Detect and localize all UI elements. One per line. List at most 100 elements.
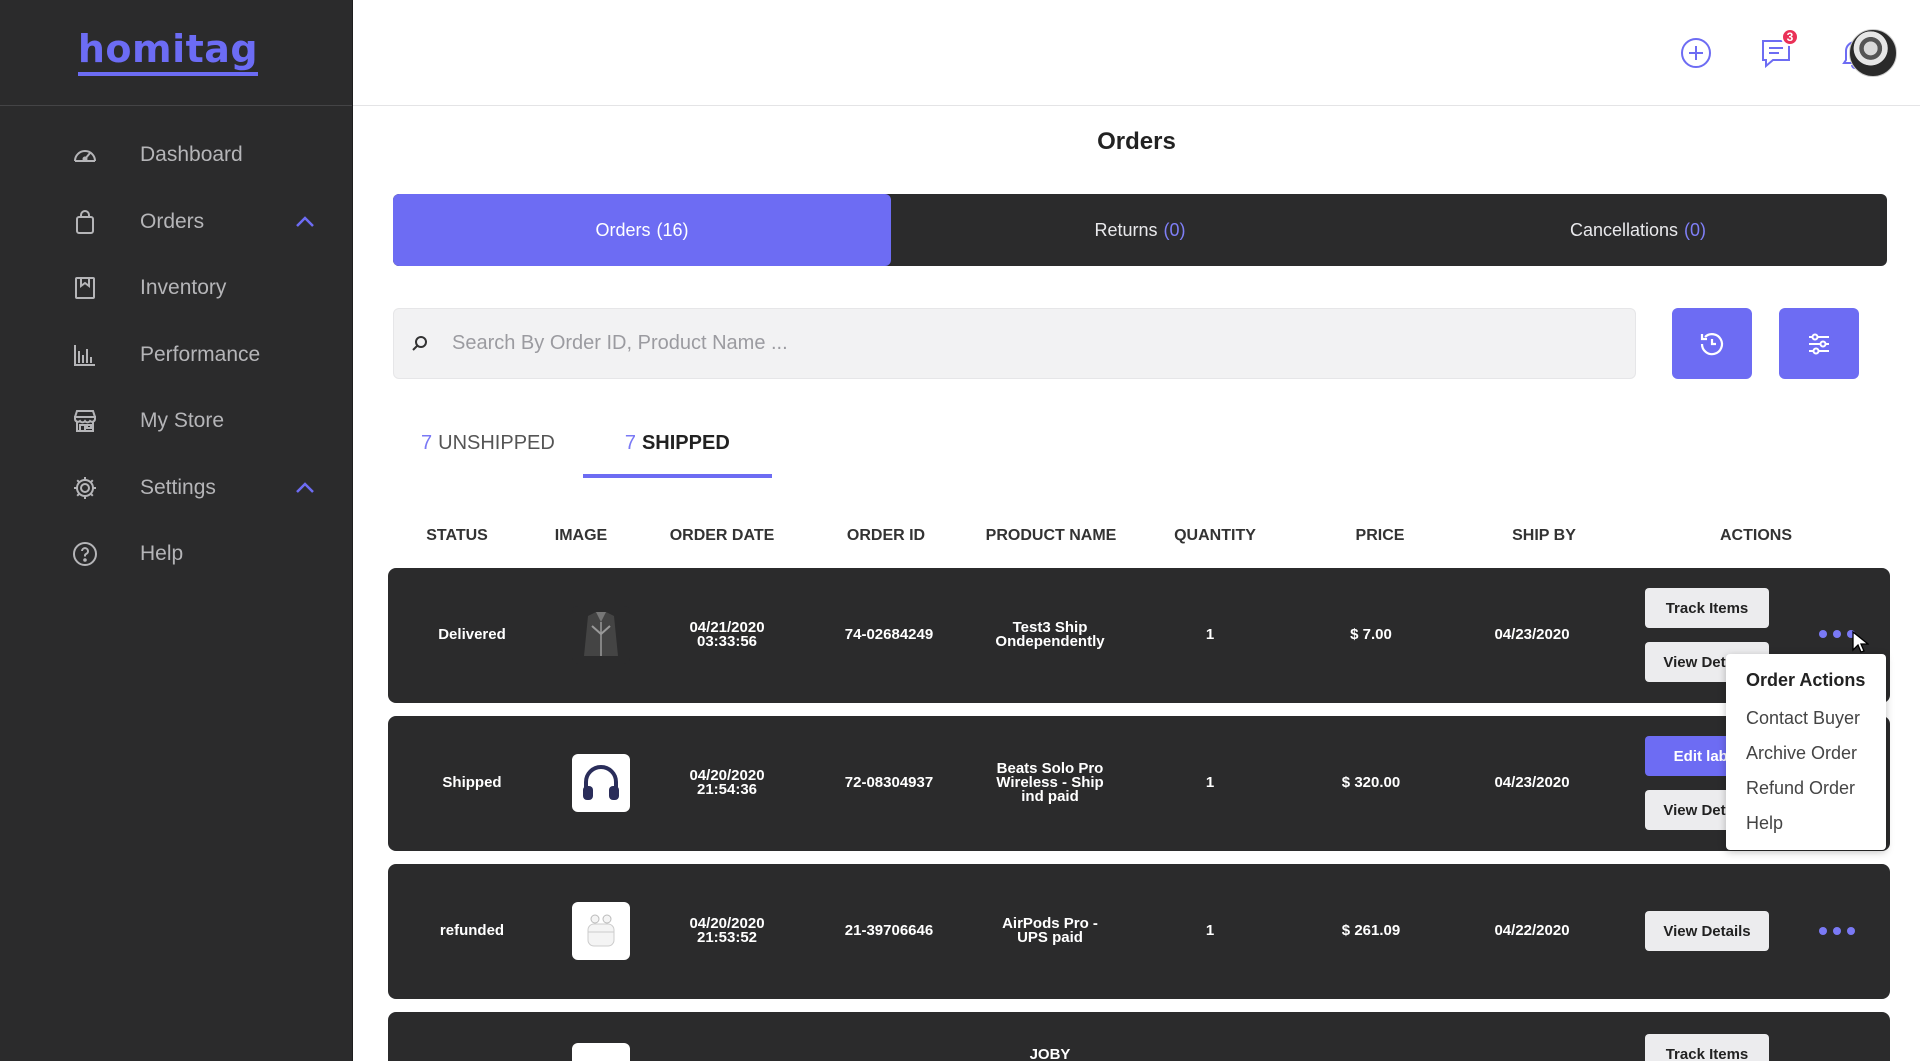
subtab-label: UNSHIPPED — [438, 432, 555, 454]
jacket-image — [584, 612, 618, 656]
search-bar — [393, 308, 1636, 379]
gear-icon — [70, 473, 100, 503]
menu-item-help[interactable]: Help — [1726, 813, 1886, 848]
tab-cancellations[interactable]: Cancellations (0) — [1389, 194, 1887, 266]
chevron-up-icon[interactable] — [294, 481, 316, 495]
sidebar-item-label: Inventory — [140, 276, 227, 300]
order-id: 21-39706646 — [844, 922, 934, 939]
store-icon — [70, 406, 100, 436]
sidebar-item-help[interactable]: Help — [0, 521, 352, 588]
sidebar-item-label: Dashboard — [140, 143, 243, 167]
price: $ 320.00 — [1341, 774, 1401, 791]
table-header: STATUS IMAGE ORDER DATE ORDER ID PRODUCT… — [388, 527, 1890, 547]
menu-item-archive-order[interactable]: Archive Order — [1726, 743, 1886, 778]
table-row: JOBY Track Items — [388, 1012, 1890, 1061]
messages-button[interactable]: 3 — [1759, 28, 1799, 70]
subtab-label: SHIPPED — [641, 432, 730, 454]
headphones-image — [583, 765, 619, 800]
status-text: Shipped — [442, 774, 502, 791]
sidebar-item-label: Settings — [140, 475, 216, 499]
product-image[interactable] — [572, 606, 630, 664]
more-actions-button[interactable] — [1819, 627, 1855, 641]
price: $ 261.09 — [1341, 922, 1401, 939]
product-image[interactable] — [572, 754, 630, 812]
sidebar-item-orders[interactable]: Orders — [0, 189, 352, 256]
menu-item-contact-buyer[interactable]: Contact Buyer — [1726, 708, 1886, 743]
tab-label: Cancellations — [1569, 219, 1679, 240]
subtab-count: 7 — [421, 432, 433, 454]
track-items-button[interactable]: Track Items — [1645, 588, 1769, 628]
menu-item-refund-order[interactable]: Refund Order — [1726, 778, 1886, 813]
chevron-up-icon[interactable] — [294, 215, 316, 229]
filter-button[interactable] — [1779, 308, 1859, 379]
status-text: Delivered — [438, 626, 506, 643]
product-image[interactable] — [572, 1043, 630, 1061]
earbuds-image — [587, 914, 615, 947]
quantity: 1 — [1205, 922, 1215, 939]
shopping-bag-icon — [70, 207, 100, 237]
help-circle-icon — [70, 539, 100, 569]
order-time: 03:33:56 — [696, 633, 758, 650]
ship-by-date: 04/23/2020 — [1494, 774, 1570, 791]
track-items-button[interactable]: Track Items — [1645, 1034, 1769, 1061]
column-header-status: STATUS — [426, 527, 488, 544]
order-time: 21:53:52 — [696, 929, 758, 946]
quantity: 1 — [1205, 774, 1215, 791]
more-actions-button[interactable] — [1819, 924, 1855, 938]
order-id: 72-08304937 — [844, 774, 934, 791]
sidebar-item-label: Orders — [140, 209, 205, 233]
logo-area: homitag — [0, 0, 352, 106]
messages-badge: 3 — [1781, 28, 1799, 46]
search-input[interactable] — [452, 332, 1602, 355]
price: $ 7.00 — [1350, 626, 1392, 643]
sidebar-item-label: My Store — [140, 409, 225, 433]
sidebar-item-performance[interactable]: Performance — [0, 322, 352, 389]
tab-count: (16) — [656, 219, 689, 240]
column-header-ship-by: SHIP BY — [1512, 527, 1576, 544]
add-button[interactable] — [1679, 36, 1713, 70]
column-header-product-name: PRODUCT NAME — [985, 527, 1117, 544]
avatar[interactable] — [1849, 29, 1897, 77]
ship-by-date: 04/22/2020 — [1494, 922, 1570, 939]
subtab-shipped[interactable]: 7 SHIPPED — [582, 432, 772, 478]
column-header-price: PRICE — [1355, 527, 1405, 544]
sidebar-item-dashboard[interactable]: Dashboard — [0, 122, 352, 189]
logo[interactable]: homitag — [77, 30, 259, 76]
column-header-actions: ACTIONS — [1720, 527, 1792, 544]
table-row: Shipped 04/20/2020 21:54:36 72-08304937 … — [388, 716, 1890, 851]
plus-circle-icon — [1681, 38, 1711, 68]
sidebar: homitag Dashboard Orders Inventory Perfo… — [0, 0, 353, 1061]
clock-history-icon — [1700, 332, 1724, 355]
tab-label: Returns — [1094, 219, 1158, 240]
subtab-unshipped[interactable]: 7 UNSHIPPED — [393, 432, 583, 478]
shipping-subtabs: 7 UNSHIPPED 7 SHIPPED — [393, 432, 772, 478]
order-actions-menu: Order Actions Contact Buyer Archive Orde… — [1726, 654, 1886, 850]
view-details-button[interactable]: View Details — [1645, 911, 1769, 951]
order-time: 21:54:36 — [696, 781, 758, 798]
menu-title: Order Actions — [1746, 670, 1866, 690]
sidebar-item-label: Help — [140, 542, 184, 566]
product-name-line: Ondependently — [995, 633, 1105, 650]
page-title: Orders — [1097, 128, 1176, 155]
gauge-icon — [70, 140, 100, 170]
status-text: refunded — [439, 922, 505, 939]
top-bar: 3 3 — [353, 0, 1920, 106]
sidebar-item-my-store[interactable]: My Store — [0, 388, 352, 455]
bar-chart-icon — [70, 340, 100, 370]
table-row: refunded 04/20/2020 21:53:52 21-39706646… — [388, 864, 1890, 999]
quantity: 1 — [1205, 626, 1215, 643]
ship-by-date: 04/23/2020 — [1494, 626, 1570, 643]
column-header-image: IMAGE — [554, 527, 608, 544]
tab-count: (0) — [1684, 219, 1707, 240]
tab-orders[interactable]: Orders (16) — [393, 194, 891, 266]
history-button[interactable] — [1672, 308, 1752, 379]
sidebar-item-inventory[interactable]: Inventory — [0, 255, 352, 322]
product-image[interactable] — [572, 902, 630, 960]
inventory-icon — [70, 273, 100, 303]
sliders-icon — [1809, 333, 1829, 354]
product-name-line: UPS paid — [1017, 929, 1083, 946]
column-header-order-id: ORDER ID — [846, 527, 926, 544]
sidebar-item-settings[interactable]: Settings — [0, 455, 352, 522]
column-header-quantity: QUANTITY — [1174, 527, 1256, 544]
tab-returns[interactable]: Returns (0) — [891, 194, 1389, 266]
